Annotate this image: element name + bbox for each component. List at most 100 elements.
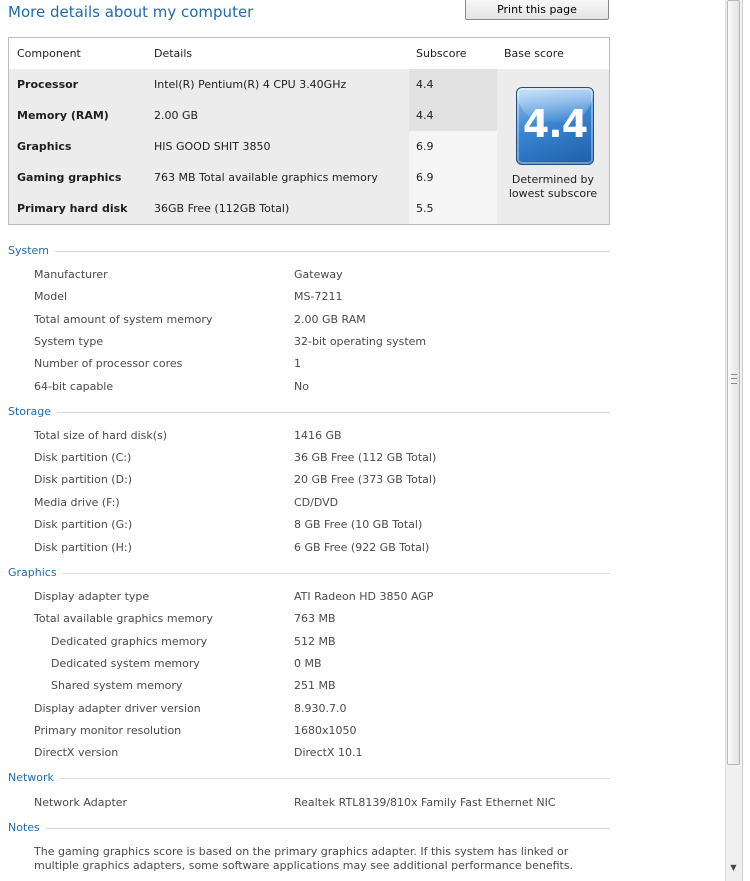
- base-score-value: 4.4: [522, 102, 588, 146]
- list-item: Total available graphics memory 763 MB: [0, 612, 700, 628]
- section-label: System: [8, 244, 56, 257]
- item-value: ATI Radeon HD 3850 AGP: [294, 590, 434, 603]
- item-value: No: [294, 380, 309, 393]
- vertical-scrollbar[interactable]: ▼: [725, 0, 742, 881]
- scroll-down-arrow-icon[interactable]: ▼: [727, 860, 740, 876]
- list-item: Total amount of system memory 2.00 GB RAM: [0, 313, 700, 329]
- list-item: DirectX version DirectX 10.1: [0, 746, 700, 762]
- item-value: 1680x1050: [294, 724, 357, 737]
- score-table-header: Component Details Subscore Base score: [9, 38, 609, 70]
- grip-icon: [731, 374, 737, 384]
- item-key: Total amount of system memory: [34, 313, 213, 326]
- print-button[interactable]: Print this page: [465, 0, 609, 20]
- item-value: Realtek RTL8139/810x Family Fast Etherne…: [294, 796, 556, 809]
- list-item: Disk partition (H:) 6 GB Free (922 GB Tot…: [0, 541, 700, 557]
- section-network: Network: [8, 771, 610, 787]
- item-value: 36 GB Free (112 GB Total): [294, 451, 437, 464]
- row-details: Intel(R) Pentium(R) 4 CPU 3.40GHz: [154, 78, 347, 91]
- row-component: Processor: [17, 78, 79, 91]
- item-value: 512 MB: [294, 635, 336, 648]
- header-details: Details: [154, 47, 193, 60]
- item-value: 1416 GB: [294, 429, 342, 442]
- item-value: 32-bit operating system: [294, 335, 427, 348]
- section-label: Storage: [8, 405, 58, 418]
- table-row: Graphics HIS GOOD SHIT 3850 6.9: [9, 131, 497, 162]
- list-item: Display adapter type ATI Radeon HD 3850 A…: [0, 590, 700, 606]
- item-value: 763 MB: [294, 612, 336, 625]
- row-subscore: 4.4: [416, 109, 434, 122]
- details-page: More details about my computer Print thi…: [0, 0, 725, 881]
- row-component: Gaming graphics: [17, 171, 122, 184]
- item-value: 2.00 GB RAM: [294, 313, 366, 326]
- row-subscore: 6.9: [416, 171, 434, 184]
- item-value: 8 GB Free (10 GB Total): [294, 518, 423, 531]
- section-notes: Notes: [8, 821, 610, 837]
- list-item: Model MS-7211: [0, 290, 700, 306]
- table-row: Memory (RAM) 2.00 GB 4.4: [9, 100, 497, 131]
- table-row: Gaming graphics 763 MB Total available g…: [9, 162, 497, 193]
- list-item: 64-bit capable No: [0, 380, 700, 396]
- item-key: Display adapter driver version: [34, 702, 201, 715]
- item-value: 8.930.7.0: [294, 702, 347, 715]
- row-details: 2.00 GB: [154, 109, 199, 122]
- item-value: Gateway: [294, 268, 343, 281]
- windows-score-badge-icon: 4.4: [516, 87, 594, 165]
- item-key: Disk partition (H:): [34, 541, 132, 554]
- item-key: DirectX version: [34, 746, 119, 759]
- scrollbar-thumb[interactable]: [727, 0, 740, 765]
- section-label: Network: [8, 771, 60, 784]
- list-item: Total size of hard disk(s) 1416 GB: [0, 429, 700, 445]
- table-row: Processor Intel(R) Pentium(R) 4 CPU 3.40…: [9, 69, 497, 100]
- list-item: Display adapter driver version 8.930.7.0: [0, 702, 700, 718]
- header-component: Component: [17, 47, 81, 60]
- row-component: Graphics: [17, 140, 72, 153]
- list-item: Disk partition (C:) 36 GB Free (112 GB To…: [0, 451, 700, 467]
- item-value: CD/DVD: [294, 496, 339, 509]
- section-system: System: [8, 244, 610, 260]
- table-row: Primary hard disk 36GB Free (112GB Total…: [9, 193, 497, 224]
- section-graphics: Graphics: [8, 566, 610, 582]
- item-value: DirectX 10.1: [294, 746, 363, 759]
- item-key: Disk partition (C:): [34, 451, 132, 464]
- item-key: Primary monitor resolution: [34, 724, 182, 737]
- item-key: System type: [34, 335, 104, 348]
- list-item: Number of processor cores 1: [0, 357, 700, 373]
- item-value: MS-7211: [294, 290, 343, 303]
- section-label: Graphics: [8, 566, 63, 579]
- item-key: Dedicated graphics memory: [51, 635, 208, 648]
- list-item: Disk partition (G:) 8 GB Free (10 GB Tota…: [0, 518, 700, 534]
- base-score-caption: Determined by lowest subscore: [508, 173, 598, 200]
- item-key: Total size of hard disk(s): [34, 429, 168, 442]
- header-base-score: Base score: [504, 47, 564, 60]
- item-key: Dedicated system memory: [51, 657, 200, 670]
- item-key: Network Adapter: [34, 796, 128, 809]
- list-item: Disk partition (D:) 20 GB Free (373 GB To…: [0, 473, 700, 489]
- header-subscore: Subscore: [416, 47, 467, 60]
- list-item: Network Adapter Realtek RTL8139/810x Fami…: [0, 796, 700, 812]
- list-item: Shared system memory 251 MB: [0, 679, 700, 695]
- item-key: Media drive (F:): [34, 496, 120, 509]
- list-item: Dedicated system memory 0 MB: [0, 657, 700, 673]
- item-value: 0 MB: [294, 657, 322, 670]
- row-details: HIS GOOD SHIT 3850: [154, 140, 271, 153]
- score-table: Component Details Subscore Base score Pr…: [8, 37, 610, 225]
- page-title: More details about my computer: [8, 3, 254, 21]
- item-key: Shared system memory: [51, 679, 183, 692]
- list-item: Dedicated graphics memory 512 MB: [0, 635, 700, 651]
- item-key: Total available graphics memory: [34, 612, 213, 625]
- section-storage: Storage: [8, 405, 610, 421]
- base-score-panel: 4.4 Determined by lowest subscore: [497, 69, 609, 224]
- item-value: 1: [294, 357, 301, 370]
- item-key: Disk partition (G:): [34, 518, 133, 531]
- section-label: Notes: [8, 821, 46, 834]
- row-subscore: 5.5: [416, 202, 434, 215]
- list-item: Primary monitor resolution 1680x1050: [0, 724, 700, 740]
- item-key: Number of processor cores: [34, 357, 183, 370]
- row-details: 36GB Free (112GB Total): [154, 202, 290, 215]
- item-key: Model: [34, 290, 68, 303]
- row-subscore: 4.4: [416, 78, 434, 91]
- item-key: Manufacturer: [34, 268, 108, 281]
- list-item: Media drive (F:) CD/DVD: [0, 496, 700, 512]
- list-item: Manufacturer Gateway: [0, 268, 700, 284]
- row-subscore: 6.9: [416, 140, 434, 153]
